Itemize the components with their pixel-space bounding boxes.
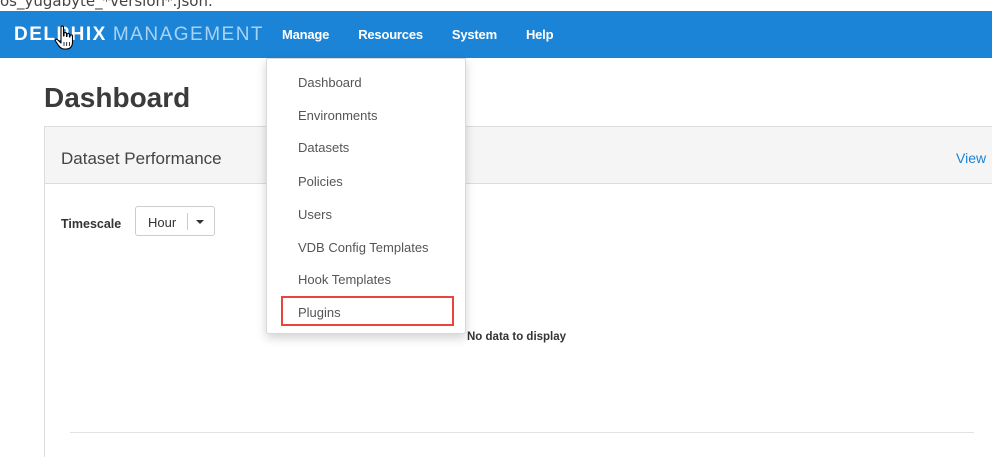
- hand-pointer-icon: [54, 25, 74, 50]
- timescale-value: Hour: [148, 215, 177, 230]
- caret-down-icon[interactable]: [196, 220, 204, 224]
- menu-item-policies[interactable]: Policies: [298, 174, 343, 189]
- dataset-performance-panel: Dataset Performance View Timescale Hour …: [44, 126, 992, 457]
- nav-help[interactable]: Help: [526, 27, 554, 42]
- nav-manage[interactable]: Manage: [282, 27, 329, 42]
- menu-item-vdb-config-templates[interactable]: VDB Config Templates: [298, 240, 429, 255]
- menu-item-datasets[interactable]: Datasets: [298, 140, 349, 155]
- view-link[interactable]: View: [956, 150, 986, 166]
- timescale-label: Timescale: [61, 217, 122, 231]
- menu-item-users[interactable]: Users: [298, 207, 332, 222]
- brand-logo[interactable]: DELPHIX MANAGEMENT: [14, 24, 264, 46]
- plugins-highlight-box: [281, 296, 454, 326]
- manage-dropdown-menu: Dashboard Environments Datasets Policies…: [266, 58, 466, 334]
- top-navbar: DELPHIX MANAGEMENT Manage Resources Syste…: [0, 11, 992, 58]
- timescale-select[interactable]: Hour: [135, 206, 215, 236]
- panel-header: Dataset Performance View: [45, 127, 992, 184]
- menu-item-environments[interactable]: Environments: [298, 108, 377, 123]
- chart-baseline: [70, 432, 974, 433]
- menu-item-dashboard[interactable]: Dashboard: [298, 75, 362, 90]
- menu-item-hook-templates[interactable]: Hook Templates: [298, 272, 391, 287]
- empty-state-message: No data to display: [467, 331, 567, 343]
- panel-title: Dataset Performance: [61, 149, 222, 168]
- page-title: Dashboard: [44, 82, 191, 113]
- caption-strip: os_yugabyte_*version*.json.: [0, 0, 992, 11]
- caption-text: os_yugabyte_*version*.json.: [0, 0, 213, 10]
- brand-subtitle: MANAGEMENT: [112, 24, 265, 45]
- nav-resources[interactable]: Resources: [358, 27, 423, 42]
- main-nav: Manage Resources System Help: [282, 27, 582, 42]
- nav-system[interactable]: System: [452, 27, 497, 42]
- select-divider: [187, 213, 188, 230]
